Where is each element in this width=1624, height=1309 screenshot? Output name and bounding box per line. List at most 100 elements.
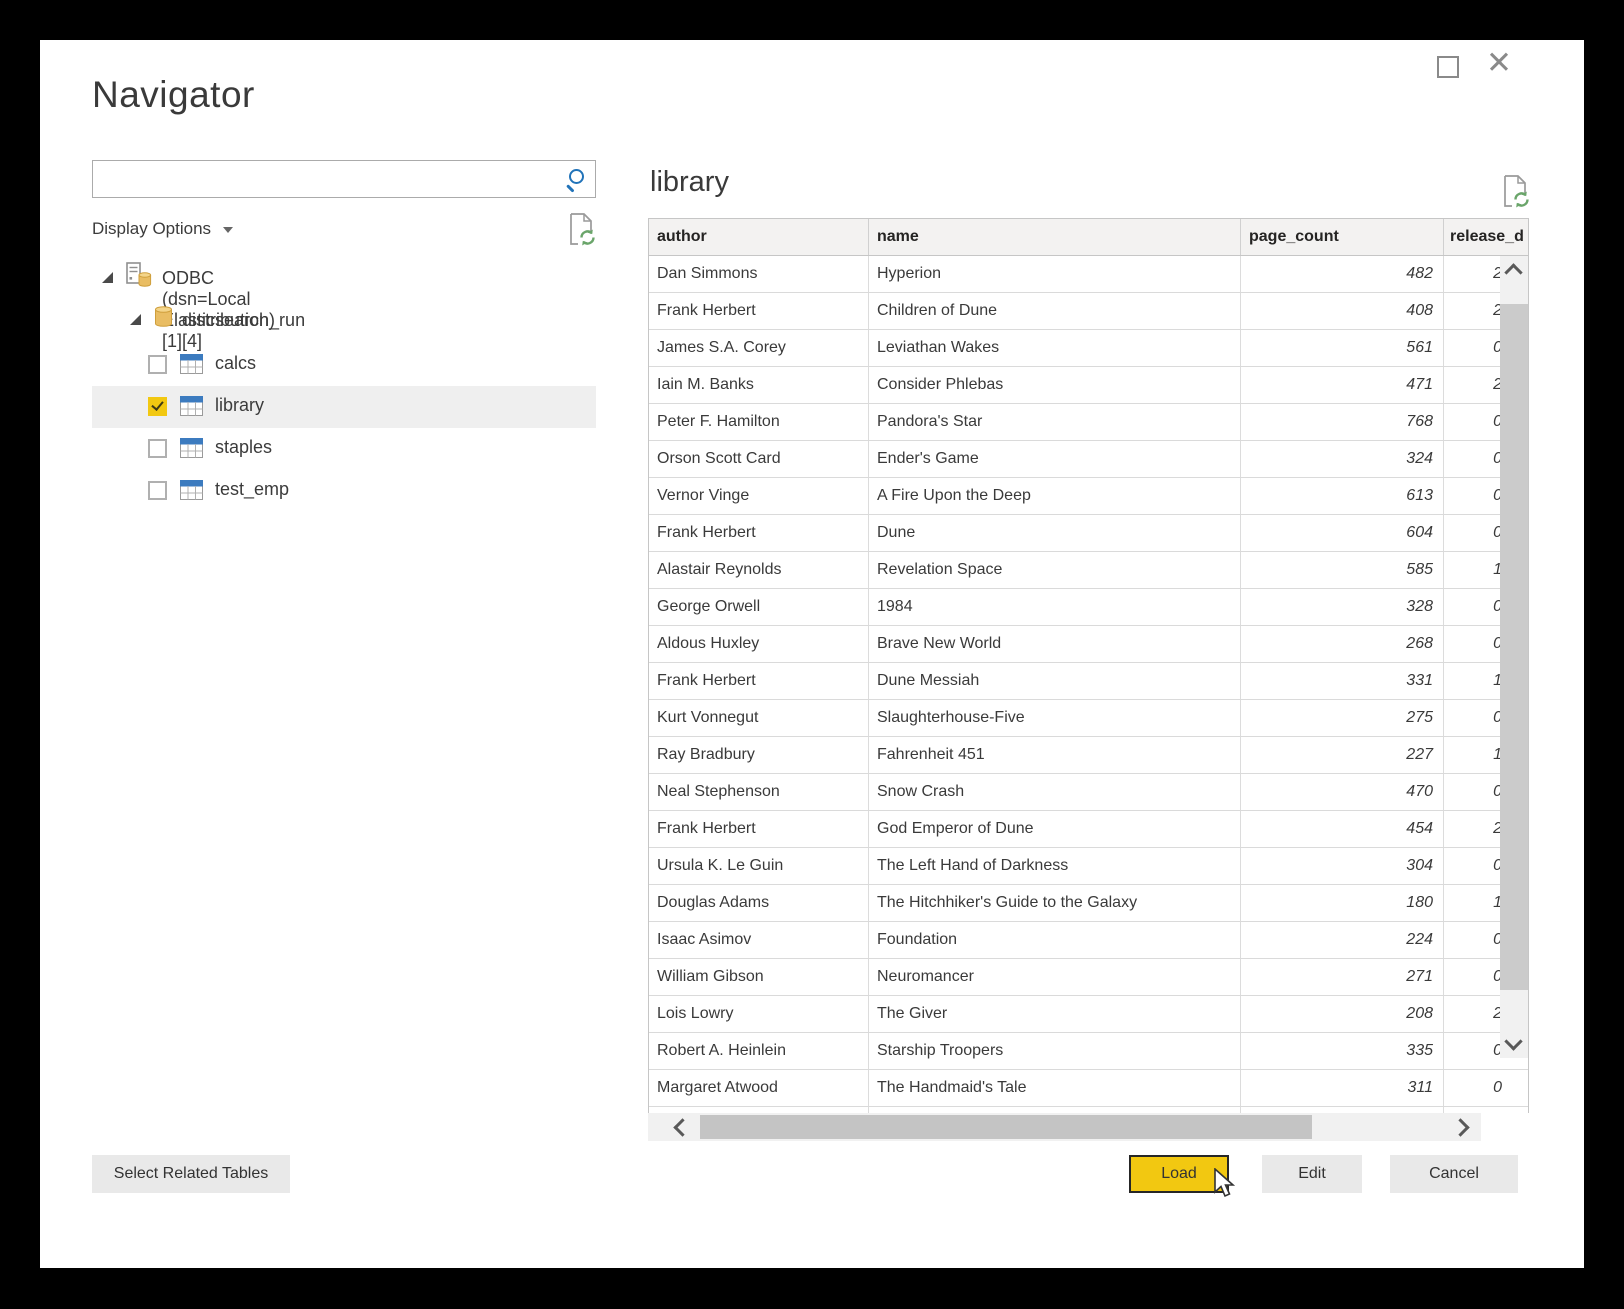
cancel-button[interactable]: Cancel <box>1390 1155 1518 1193</box>
cell-author: George Orwell <box>649 589 869 625</box>
cell-name: Ender's Game <box>869 441 1241 477</box>
select-related-tables-button[interactable]: Select Related Tables <box>92 1155 290 1193</box>
cell-author: Peter F. Hamilton <box>649 404 869 440</box>
tree-item-staples[interactable]: staples <box>92 428 596 470</box>
checkbox-staples[interactable] <box>148 439 167 458</box>
cell-page-count: 180 <box>1241 885 1444 921</box>
cell-author: Aldous Huxley <box>649 626 869 662</box>
cell-author: Ray Bradbury <box>649 737 869 773</box>
table-row: Frank HerbertDune Messiah3311 <box>649 663 1528 700</box>
scroll-left-icon[interactable] <box>673 1118 691 1136</box>
cell-name: God Emperor of Dune <box>869 811 1241 847</box>
display-options-label: Display Options <box>92 219 211 238</box>
cell-name: Dune <box>869 515 1241 551</box>
table-row: Lois LowryThe Giver2082 <box>649 996 1528 1033</box>
tree-item-calcs[interactable]: calcs <box>92 344 596 386</box>
cell-author: Orson Scott Card <box>649 441 869 477</box>
display-options-dropdown[interactable]: Display Options <box>92 219 233 239</box>
tree-item-label: test_emp <box>215 479 289 500</box>
cell-page-count: 335 <box>1241 1033 1444 1069</box>
search-box <box>92 160 596 198</box>
scroll-down-icon[interactable] <box>1504 1032 1522 1050</box>
cell-page-count: 224 <box>1241 922 1444 958</box>
tree-item-label: library <box>215 395 264 416</box>
table-icon <box>180 480 203 500</box>
checkbox-checked-library[interactable] <box>148 397 167 416</box>
cell-name: Pandora's Star <box>869 404 1241 440</box>
scroll-up-icon[interactable] <box>1504 263 1522 281</box>
table-row: Orson Scott CardEnder's Game3240 <box>649 441 1528 478</box>
table-row: Vernor VingeA Fire Upon the Deep6130 <box>649 478 1528 515</box>
cell-name: Slaughterhouse-Five <box>869 700 1241 736</box>
cell-page-count: 311 <box>1241 1070 1444 1106</box>
column-header-release-date: release_d <box>1444 219 1528 255</box>
cell-author: Margaret Atwood <box>649 1070 869 1106</box>
expander-icon[interactable] <box>130 314 141 325</box>
maximize-icon[interactable] <box>1437 56 1459 78</box>
cell-name: Consider Phlebas <box>869 367 1241 403</box>
table-row: Margaret AtwoodThe Handmaid's Tale3110 <box>649 1070 1528 1107</box>
edit-button[interactable]: Edit <box>1262 1155 1362 1193</box>
cell-author: James S.A. Corey <box>649 330 869 366</box>
expander-icon[interactable] <box>102 272 113 283</box>
search-input[interactable] <box>93 161 569 197</box>
cell-author: Douglas Adams <box>649 885 869 921</box>
cell-page-count: 604 <box>1241 515 1444 551</box>
table-row: Douglas AdamsThe Hitchhiker's Guide to t… <box>649 885 1528 922</box>
table-row: George Orwell19843280 <box>649 589 1528 626</box>
cell-author: Ursula K. Le Guin <box>649 848 869 884</box>
table-row: Robert A. HeinleinStarship Troopers3350 <box>649 1033 1528 1070</box>
cell-page-count: 304 <box>1241 848 1444 884</box>
table-row: Kurt VonnegutSlaughterhouse-Five2750 <box>649 700 1528 737</box>
table-icon <box>180 396 203 416</box>
cell-author: Lois Lowry <box>649 996 869 1032</box>
cell-page-count: 331 <box>1241 663 1444 699</box>
column-header-author: author <box>649 219 869 255</box>
cell-author: Kurt Vonnegut <box>649 700 869 736</box>
horizontal-scrollbar-thumb[interactable] <box>700 1115 1312 1139</box>
cell-page-count: 324 <box>1241 441 1444 477</box>
refresh-icon[interactable] <box>568 212 596 246</box>
tree-item-test_emp[interactable]: test_emp <box>92 470 596 512</box>
cell-author: Robert A. Heinlein <box>649 1033 869 1069</box>
cell-name: The Giver <box>869 996 1241 1032</box>
cell-author: Neal Stephenson <box>649 774 869 810</box>
vertical-scrollbar[interactable] <box>1500 256 1528 1058</box>
cell-name: Brave New World <box>869 626 1241 662</box>
cell-name: Starship Troopers <box>869 1033 1241 1069</box>
close-icon[interactable]: ✕ <box>1486 45 1512 81</box>
search-icon[interactable] <box>565 168 587 190</box>
cell-author: William Gibson <box>649 959 869 995</box>
cell-page-count: 408 <box>1241 293 1444 329</box>
table-row: Ray BradburyFahrenheit 4512271 <box>649 737 1528 774</box>
checkbox-test_emp[interactable] <box>148 481 167 500</box>
cell-page-count: 328 <box>1241 589 1444 625</box>
cell-page-count: 471 <box>1241 367 1444 403</box>
cell-author: Iain M. Banks <box>649 367 869 403</box>
cell-author: Isaac Asimov <box>649 922 869 958</box>
cell-name: Fahrenheit 451 <box>869 737 1241 773</box>
cell-page-count: 561 <box>1241 330 1444 366</box>
scroll-right-icon[interactable] <box>1451 1118 1469 1136</box>
column-header-page-count: page_count <box>1241 219 1444 255</box>
tree-item-label: staples <box>215 437 272 458</box>
cell-name: 1984 <box>869 589 1241 625</box>
tree-item-library[interactable]: library <box>92 386 596 428</box>
server-database-icon <box>126 262 152 293</box>
preview-table-header: author name page_count release_d <box>649 219 1528 256</box>
cell-name: A Fire Upon the Deep <box>869 478 1241 514</box>
table-row: Iain M. BanksConsider Phlebas4712 <box>649 367 1528 404</box>
cell-name: The Hitchhiker's Guide to the Galaxy <box>869 885 1241 921</box>
horizontal-scrollbar[interactable] <box>648 1113 1481 1141</box>
table-row: Neal StephensonSnow Crash4700 <box>649 774 1528 811</box>
cell-author: Frank Herbert <box>649 515 869 551</box>
cell-release-date-clipped: 0 <box>1444 1070 1528 1106</box>
table-icon <box>180 438 203 458</box>
refresh-preview-icon[interactable] <box>1502 174 1530 208</box>
cell-name: Foundation <box>869 922 1241 958</box>
vertical-scrollbar-thumb[interactable] <box>1500 304 1528 990</box>
preview-table-body: Dan SimmonsHyperion4822Frank HerbertChil… <box>649 256 1528 1107</box>
checkbox-calcs[interactable] <box>148 355 167 374</box>
cell-page-count: 208 <box>1241 996 1444 1032</box>
database-cylinder-icon <box>154 306 173 333</box>
